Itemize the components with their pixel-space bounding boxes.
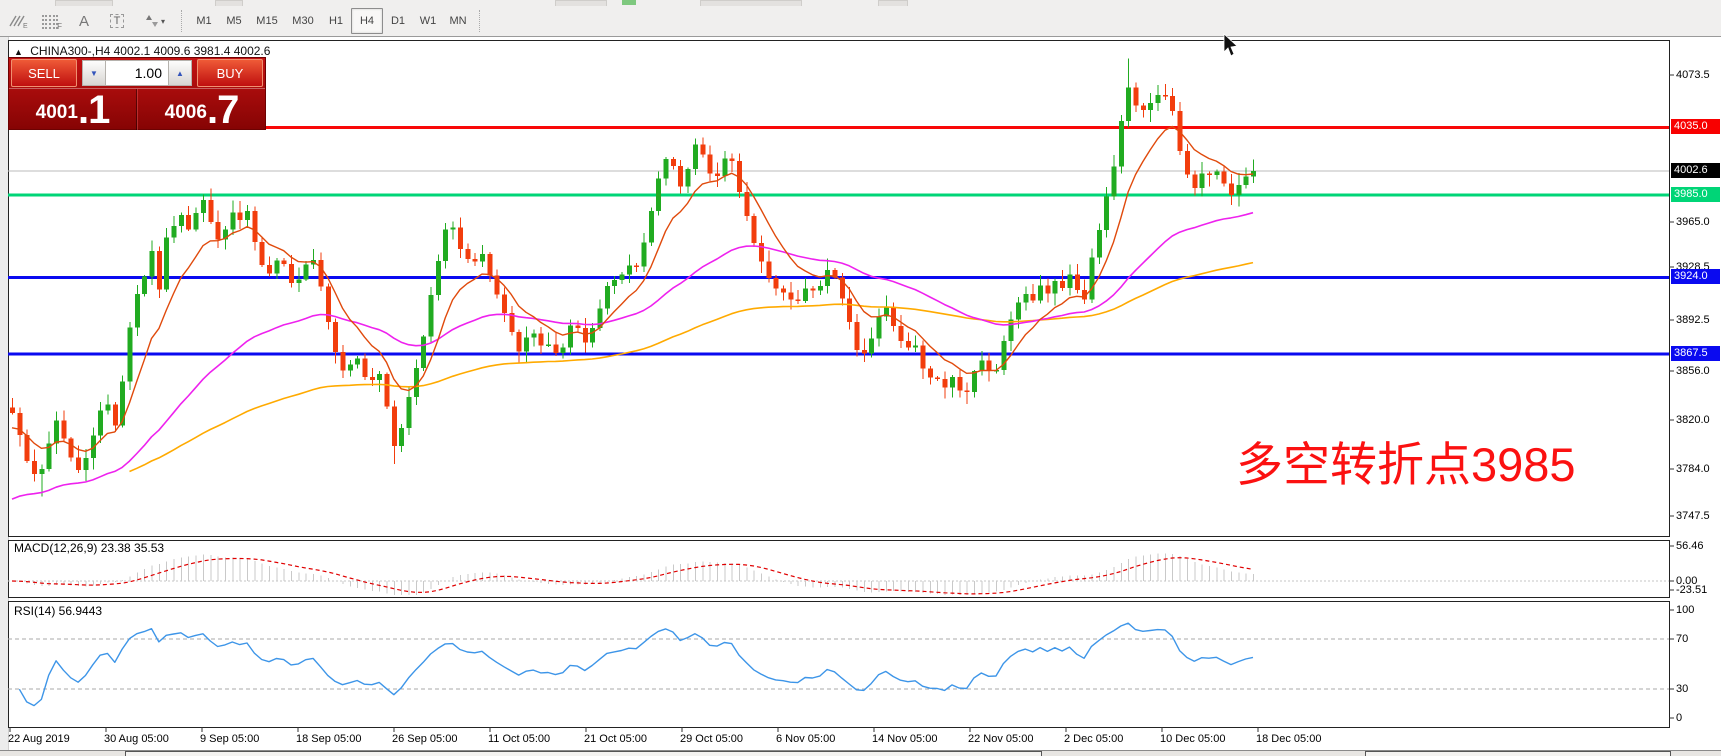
macd-indicator-label: MACD(12,26,9) 23.38 35.53 (14, 541, 164, 555)
timeframe-h1[interactable]: H1 (321, 9, 351, 33)
price-tick-label: 3820.0 (1676, 414, 1710, 426)
price-tick-label: 3784.0 (1676, 463, 1710, 475)
arrow-objects-icon[interactable]: ▾ (135, 9, 175, 33)
rsi-axis-label: 30 (1676, 683, 1688, 695)
price-tick-label: 4073.5 (1676, 69, 1710, 81)
indicators-icon[interactable]: E (3, 9, 33, 33)
rsi-axis-label: 70 (1676, 633, 1688, 645)
toolbar-fragment-green (622, 0, 636, 5)
toolbar-separator (181, 10, 183, 32)
time-tick-label: 11 Oct 05:00 (488, 733, 550, 745)
macd-axis-label: 56.46 (1676, 540, 1704, 552)
timeframe-m15[interactable]: M15 (249, 9, 285, 33)
timeframe-m5[interactable]: M5 (219, 9, 249, 33)
bottom-panel-fragment (1365, 751, 1671, 756)
rsi-axis-label: 100 (1676, 604, 1694, 616)
volume-up-button[interactable]: ▲ (168, 60, 192, 86)
toolbar-separator (479, 10, 481, 32)
volume-input[interactable]: 1.00 (106, 60, 168, 86)
chinese-annotation: 多空转折点3985 (1236, 426, 1576, 495)
mt4-window: E F A T ▾ M1M5M15M30H1H4D1W1MN ▲ CHINA30… (0, 0, 1721, 756)
symbol-ohlc-text: CHINA300-,H4 4002.1 4009.6 3981.4 4002.6 (30, 44, 270, 58)
svg-text:E: E (23, 23, 28, 29)
time-tick-label: 26 Sep 05:00 (392, 733, 457, 745)
ask-main-digits: 4006 (165, 98, 207, 128)
chart-title: ▲ CHINA300-,H4 4002.1 4009.6 3981.4 4002… (14, 44, 270, 58)
time-tick-label: 30 Aug 05:00 (104, 733, 169, 745)
price-tick-label: 3747.5 (1676, 510, 1710, 522)
timeframes-bar: M1M5M15M30H1H4D1W1MN (189, 8, 473, 34)
text-box-icon[interactable]: T (102, 9, 132, 33)
price-badge: 4002.6 (1671, 163, 1720, 178)
time-tick-label: 29 Oct 05:00 (680, 733, 743, 745)
time-tick-label: 2 Dec 05:00 (1064, 733, 1123, 745)
text-label-icon[interactable]: A (69, 9, 99, 33)
mouse-cursor-icon (1224, 34, 1237, 56)
bid-main-digits: 4001 (36, 98, 78, 128)
time-tick-label: 14 Nov 05:00 (872, 733, 937, 745)
bottom-panel-edge (0, 750, 1721, 756)
price-badge: 3985.0 (1671, 187, 1720, 202)
chevron-down-icon: ▾ (161, 17, 165, 26)
volume-down-button[interactable]: ▼ (82, 60, 106, 86)
bid-price[interactable]: 4001 .1 (9, 89, 137, 130)
buy-button[interactable]: BUY (197, 59, 263, 87)
macd-axis-label: -23.51 (1676, 584, 1707, 596)
time-tick-label: 9 Sep 05:00 (200, 733, 259, 745)
ask-big-digit: .7 (207, 92, 238, 128)
collapse-arrow-icon[interactable]: ▲ (14, 47, 23, 57)
one-click-trading-panel: SELL ▼ 1.00 ▲ BUY 4001 .1 4006 .7 (8, 57, 266, 130)
price-badge: 3924.0 (1671, 269, 1720, 284)
price-tick-label: 3965.0 (1676, 216, 1710, 228)
rsi-axis-label: 0 (1676, 712, 1682, 724)
price-tick-label: 3856.0 (1676, 365, 1710, 377)
fibonacci-icon[interactable]: F (36, 9, 66, 33)
time-tick-label: 22 Nov 05:00 (968, 733, 1033, 745)
time-tick-label: 21 Oct 05:00 (584, 733, 647, 745)
sell-button[interactable]: SELL (11, 59, 77, 87)
timeframe-m1[interactable]: M1 (189, 9, 219, 33)
timeframe-w1[interactable]: W1 (413, 9, 443, 33)
timeframe-m30[interactable]: M30 (285, 9, 321, 33)
price-badge: 4035.0 (1671, 119, 1720, 134)
time-tick-label: 22 Aug 2019 (8, 733, 70, 745)
rsi-indicator-label: RSI(14) 56.9443 (14, 604, 102, 618)
price-tick-label: 3892.5 (1676, 314, 1710, 326)
price-badge: 3867.5 (1671, 346, 1720, 361)
window-left-edge (0, 37, 9, 756)
volume-stepper: ▼ 1.00 ▲ (82, 60, 192, 86)
time-tick-label: 18 Sep 05:00 (296, 733, 361, 745)
time-tick-label: 6 Nov 05:00 (776, 733, 835, 745)
timeframe-mn[interactable]: MN (443, 9, 473, 33)
line-studies-toolbar: E F A T ▾ M1M5M15M30H1H4D1W1MN (0, 6, 1721, 37)
bid-big-digit: .1 (78, 92, 109, 128)
bottom-panel-fragment (125, 751, 1042, 756)
timeframe-h4[interactable]: H4 (351, 8, 383, 34)
time-tick-label: 10 Dec 05:00 (1160, 733, 1225, 745)
timeframe-d1[interactable]: D1 (383, 9, 413, 33)
time-tick-label: 18 Dec 05:00 (1256, 733, 1321, 745)
ask-price[interactable]: 4006 .7 (137, 89, 265, 130)
